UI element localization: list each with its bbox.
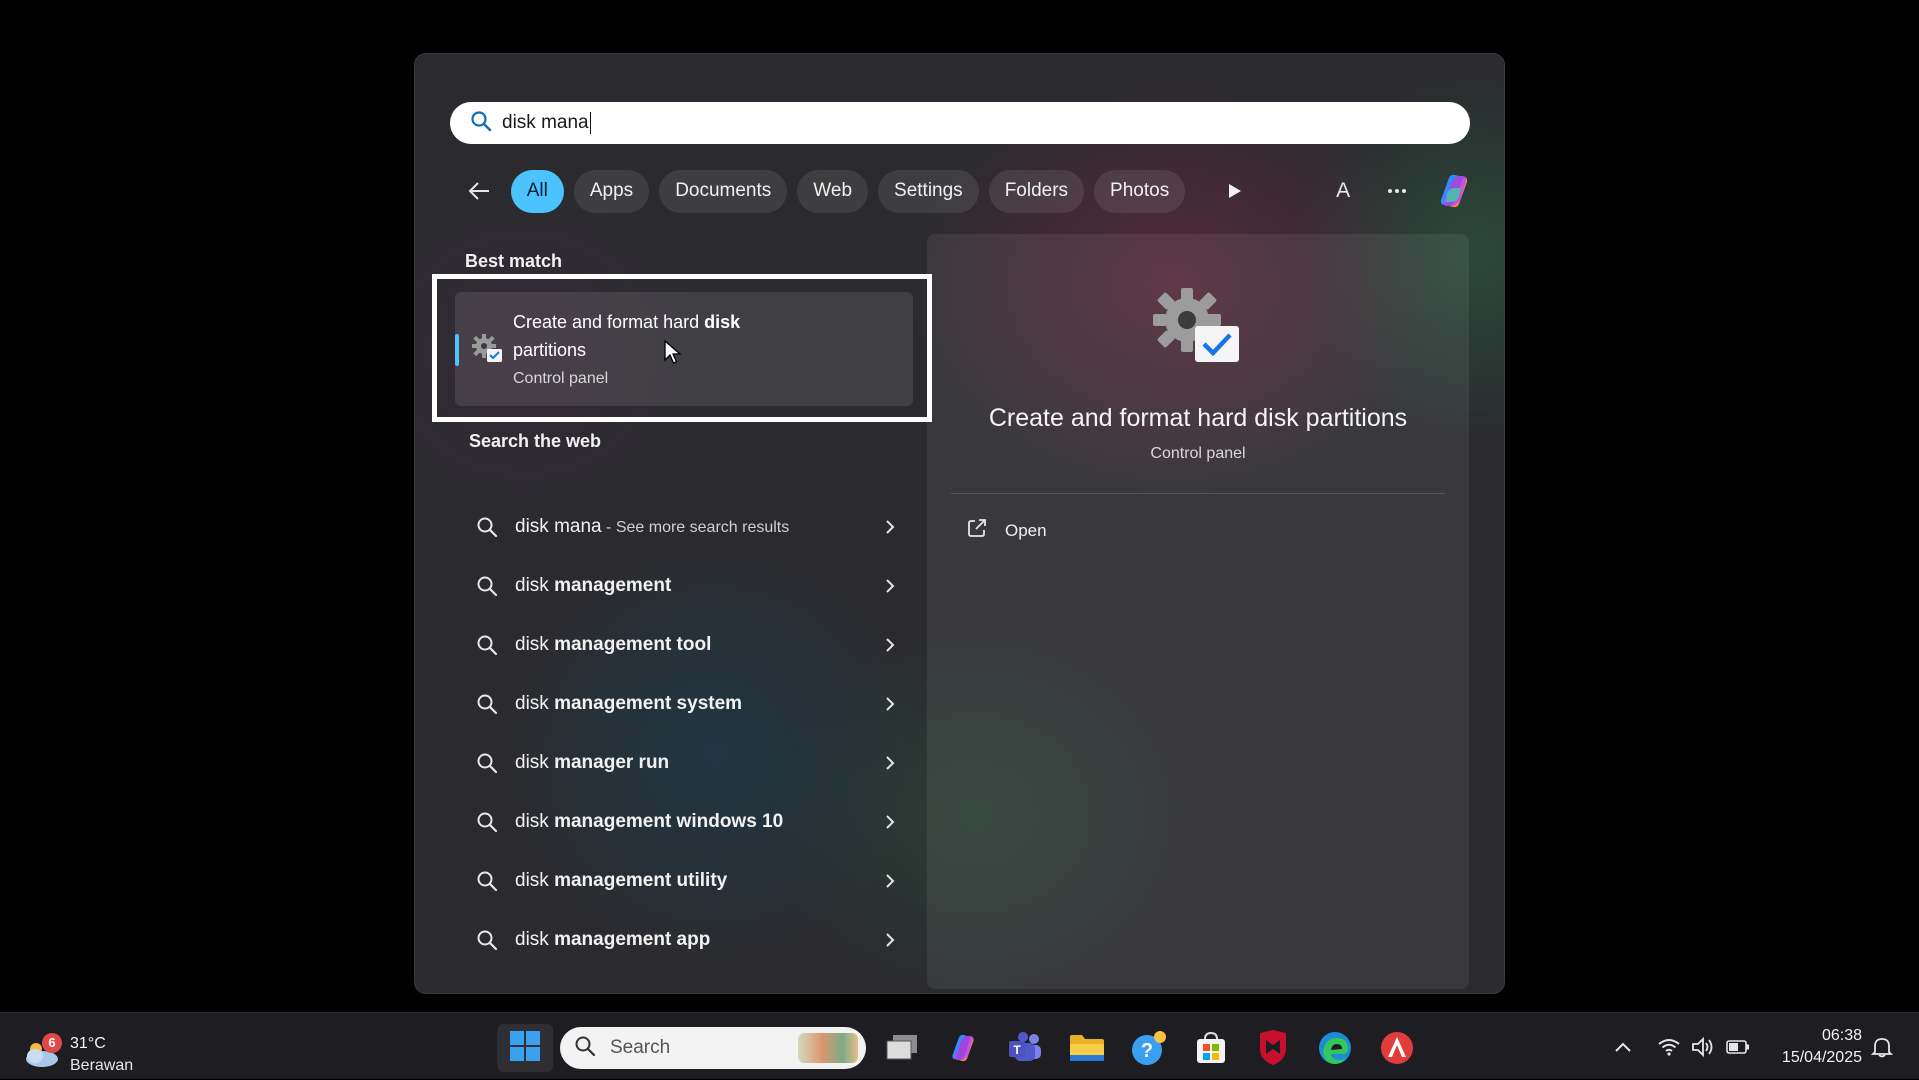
- search-icon: [475, 751, 499, 775]
- web-result-item[interactable]: disk management system: [475, 674, 895, 733]
- search-icon: [475, 928, 499, 952]
- filter-chip-photos[interactable]: Photos: [1094, 169, 1186, 213]
- filter-chip-folders[interactable]: Folders: [988, 169, 1085, 213]
- chevron-right-icon: [885, 851, 895, 910]
- divider: [951, 493, 1445, 494]
- search-icon: [475, 574, 499, 598]
- web-result-label: disk management utility: [515, 869, 728, 891]
- search-icon: [475, 869, 499, 893]
- copilot-icon[interactable]: [1433, 168, 1475, 214]
- teams-icon[interactable]: T: [1003, 1027, 1047, 1069]
- web-results-list: disk mana - See more search results disk…: [475, 497, 895, 969]
- wifi-icon[interactable]: [1658, 1013, 1680, 1080]
- preview-pane: Create and format hard disk partitions C…: [927, 234, 1469, 989]
- account-avatar[interactable]: A: [1332, 179, 1355, 203]
- clock-date: 15/04/2025: [1781, 1049, 1862, 1066]
- chevron-right-icon: [885, 674, 895, 733]
- web-result-label: disk management windows 10: [515, 810, 784, 832]
- open-label: Open: [1005, 520, 1047, 540]
- taskbar: 6 31°C Berawan Search T ? 06:38 15/04/20…: [0, 1012, 1919, 1079]
- disk-management-gear-icon: [1151, 284, 1241, 371]
- battery-icon[interactable]: [1726, 1013, 1750, 1080]
- preview-title: Create and format hard disk partitions: [988, 404, 1408, 432]
- open-action[interactable]: Open: [967, 518, 1047, 543]
- chevron-right-icon: [885, 733, 895, 792]
- web-result-label: disk mana - See more search results: [515, 515, 790, 537]
- search-input[interactable]: disk mana: [450, 102, 1470, 144]
- web-result-item[interactable]: disk manager run: [475, 733, 895, 792]
- weather-widget[interactable]: 6 31°C Berawan: [22, 1023, 152, 1074]
- start-button[interactable]: [497, 1024, 553, 1072]
- svg-text:T: T: [1013, 1043, 1021, 1057]
- web-result-item[interactable]: disk management app: [475, 910, 895, 969]
- search-query-text: disk mana: [502, 111, 592, 134]
- chevron-right-icon: [885, 497, 895, 556]
- disk-management-gear-icon: [471, 332, 503, 369]
- chevron-right-icon: [885, 615, 895, 674]
- chevron-right-icon: [885, 556, 895, 615]
- more-filters-play-icon[interactable]: [1223, 183, 1247, 199]
- web-result-see-more[interactable]: disk mana - See more search results: [475, 497, 895, 556]
- more-options-icon[interactable]: [1385, 188, 1409, 194]
- selection-indicator: [455, 334, 459, 366]
- best-match-title: Create and format hard disk partitions: [513, 312, 741, 360]
- web-result-label: disk manager run: [515, 751, 670, 773]
- web-result-item[interactable]: disk management tool: [475, 615, 895, 674]
- web-result-label: disk management tool: [515, 633, 712, 655]
- search-web-heading: Search the web: [469, 431, 602, 451]
- copilot-taskbar-icon[interactable]: [941, 1027, 985, 1069]
- anydesk-icon[interactable]: [1375, 1027, 1419, 1069]
- notification-bell-icon[interactable]: [1871, 1013, 1893, 1080]
- best-match-subtitle: Control panel: [513, 370, 609, 387]
- search-highlight-illustration: [798, 1033, 858, 1063]
- search-icon: [475, 810, 499, 834]
- search-icon: [574, 1035, 596, 1062]
- search-icon: [475, 515, 499, 539]
- search-icon: [475, 692, 499, 716]
- chevron-right-icon: [885, 910, 895, 969]
- taskbar-search-label: Search: [610, 1037, 671, 1058]
- filter-chip-web[interactable]: Web: [797, 169, 869, 213]
- web-result-item[interactable]: disk management utility: [475, 851, 895, 910]
- volume-icon[interactable]: [1691, 1013, 1715, 1080]
- best-match-result[interactable]: Create and format hard disk partitions Co…: [455, 292, 913, 406]
- search-icon: [470, 110, 492, 137]
- show-hidden-icons-chevron-up-icon[interactable]: [1614, 1013, 1632, 1080]
- back-arrow-icon[interactable]: [465, 174, 493, 208]
- edge-icon[interactable]: [1313, 1027, 1357, 1069]
- preview-subtitle: Control panel: [1150, 445, 1246, 462]
- task-view-icon[interactable]: [880, 1027, 924, 1069]
- windows-logo-icon: [509, 1030, 541, 1067]
- web-result-item[interactable]: disk management: [475, 556, 895, 615]
- weather-temperature: 31°C: [70, 1035, 106, 1052]
- filter-chip-apps[interactable]: Apps: [573, 169, 650, 213]
- web-result-label: disk management app: [515, 928, 711, 950]
- clock[interactable]: 06:38 15/04/2025: [1758, 1025, 1862, 1069]
- svg-text:?: ?: [1141, 1040, 1153, 1062]
- desktop: disk mana All Apps Documents Web Setting…: [0, 0, 1919, 1079]
- chevron-right-icon: [885, 792, 895, 851]
- start-search-panel: disk mana All Apps Documents Web Setting…: [414, 53, 1505, 994]
- filter-chip-all[interactable]: All: [510, 169, 564, 213]
- filter-bar: All Apps Documents Web Settings Folders …: [465, 169, 1475, 213]
- file-explorer-icon[interactable]: [1065, 1027, 1109, 1069]
- taskbar-search-box[interactable]: Search: [560, 1027, 866, 1069]
- get-help-icon[interactable]: ?: [1127, 1027, 1171, 1069]
- open-external-icon: [967, 518, 987, 543]
- clock-time: 06:38: [1821, 1027, 1862, 1044]
- filter-chip-settings[interactable]: Settings: [878, 169, 979, 213]
- search-icon: [475, 633, 499, 657]
- mouse-cursor-icon: [664, 339, 682, 371]
- weather-condition: Berawan: [70, 1057, 134, 1074]
- filter-chip-documents[interactable]: Documents: [659, 169, 788, 213]
- best-match-heading: Best match: [465, 251, 563, 271]
- notification-badge: 6: [42, 1033, 62, 1053]
- web-result-label: disk management: [515, 574, 672, 596]
- mcafee-icon[interactable]: [1251, 1027, 1295, 1069]
- web-result-label: disk management system: [515, 692, 743, 714]
- web-result-item[interactable]: disk management windows 10: [475, 792, 895, 851]
- microsoft-store-icon[interactable]: [1189, 1027, 1233, 1069]
